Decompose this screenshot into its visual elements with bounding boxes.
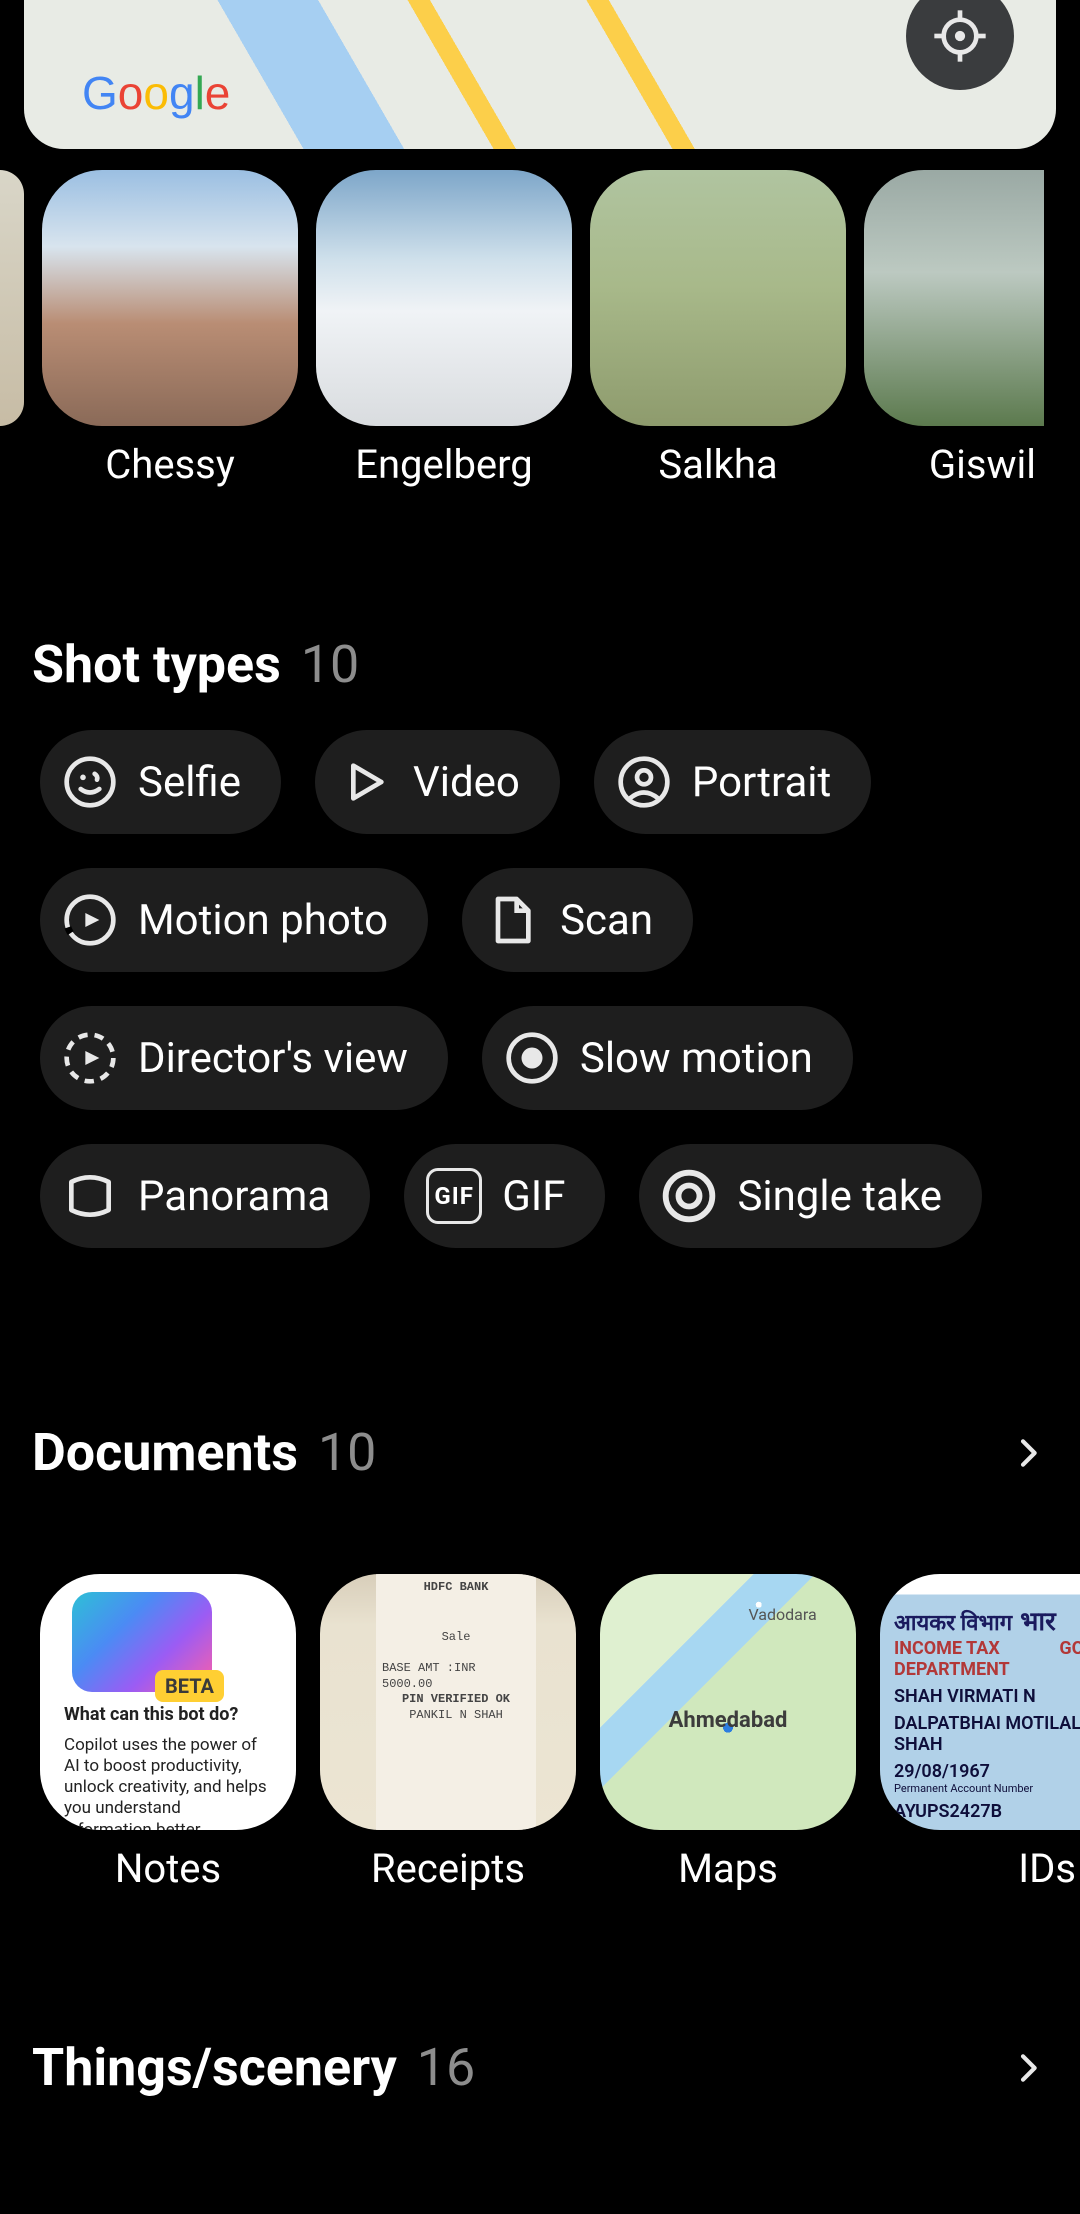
receipt-line: BASE AMT :INR 5000.00	[382, 1661, 530, 1692]
slow-motion-icon	[504, 1030, 560, 1086]
place-label: Chessy	[105, 441, 235, 488]
chip-slow-motion[interactable]: Slow motion	[482, 1006, 853, 1110]
panorama-icon	[62, 1168, 118, 1224]
document-thumbnail: HDFC BANK Sale BASE AMT :INR 5000.00 PIN…	[320, 1574, 576, 1830]
receipt-bank: HDFC BANK	[382, 1580, 530, 1596]
chip-label: Scan	[560, 896, 653, 945]
id-pan: AYUPS2427B	[894, 1801, 1080, 1822]
section-count: 10	[301, 634, 359, 695]
chip-label: GIF	[502, 1172, 565, 1221]
section-title: Shot types	[32, 634, 281, 695]
place-thumbnail	[42, 170, 298, 426]
chip-label: Slow motion	[580, 1034, 813, 1083]
map-city-label: Vadodara	[748, 1605, 816, 1624]
chip-selfie[interactable]: Selfie	[40, 730, 281, 834]
locate-me-button[interactable]	[906, 0, 1014, 90]
map-city-label: Ahmedabad	[669, 1708, 788, 1733]
notes-body: Copilot uses the power of AI to boost pr…	[64, 1735, 267, 1831]
chevron-right-icon	[1008, 1433, 1048, 1473]
place-label: Salkha	[658, 441, 777, 488]
document-icon	[484, 892, 540, 948]
chip-gif[interactable]: GIF GIF	[404, 1144, 605, 1248]
place-thumbnail	[864, 170, 1044, 426]
place-thumbnail	[590, 170, 846, 426]
chip-portrait[interactable]: Portrait	[594, 730, 871, 834]
document-item-notes[interactable]: What can this bot do? Copilot uses the p…	[40, 1574, 296, 1892]
chip-video[interactable]: Video	[315, 730, 560, 834]
google-logo: Google	[82, 67, 252, 125]
chip-label: Video	[413, 758, 520, 807]
map-preview[interactable]: Google	[24, 0, 1056, 149]
gif-icon: GIF	[426, 1168, 482, 1224]
document-thumbnail: What can this bot do? Copilot uses the p…	[40, 1574, 296, 1830]
id-gov: GO	[1059, 1638, 1080, 1680]
place-label: Giswil	[929, 441, 1044, 488]
place-item-giswil[interactable]: Giswil	[864, 170, 1044, 488]
receipt-line: PIN VERIFIED OK	[382, 1692, 530, 1708]
place-item-salkha[interactable]: Salkha	[590, 170, 846, 488]
places-row[interactable]: Chessy Engelberg Salkha Giswil	[0, 170, 1080, 488]
shot-type-chips: Selfie Video Portrait Motion photo Scan	[40, 730, 1040, 1248]
document-label: Maps	[678, 1845, 778, 1892]
place-thumbnail	[316, 170, 572, 426]
section-count: 16	[417, 2037, 475, 2098]
document-item-maps[interactable]: Vadodara Ahmedabad Maps	[600, 1574, 856, 1892]
play-icon	[337, 754, 393, 810]
chip-single-take[interactable]: Single take	[639, 1144, 982, 1248]
section-title: Documents	[32, 1422, 298, 1483]
place-label: Engelberg	[355, 441, 533, 488]
motion-photo-icon	[62, 892, 118, 948]
chip-motion-photo[interactable]: Motion photo	[40, 868, 428, 972]
chip-label: Motion photo	[138, 896, 388, 945]
person-icon	[616, 754, 672, 810]
document-thumbnail: आयकर विभाग भार INCOME TAX DEPARTMENT GO …	[880, 1574, 1080, 1830]
document-label: IDs	[1018, 1845, 1080, 1892]
section-header-things[interactable]: Things/scenery 16	[32, 2037, 1048, 2098]
place-item-engelberg[interactable]: Engelberg	[316, 170, 572, 488]
chip-label: Director's view	[138, 1034, 408, 1083]
directors-view-icon	[62, 1030, 118, 1086]
crosshair-icon	[932, 8, 988, 64]
id-hindi: आयकर विभाग	[894, 1607, 1012, 1637]
svg-text:Google: Google	[82, 67, 230, 119]
document-label: Notes	[115, 1845, 221, 1892]
id-dob: 29/08/1967	[894, 1761, 1080, 1782]
id-name: SHAH VIRMATI N	[894, 1686, 1080, 1707]
receipt-line: Sale	[382, 1630, 530, 1646]
chip-scan[interactable]: Scan	[462, 868, 693, 972]
id-name: DALPATBHAI MOTILAL SHAH	[894, 1713, 1080, 1755]
single-take-icon	[661, 1168, 717, 1224]
chip-panorama[interactable]: Panorama	[40, 1144, 370, 1248]
place-item-chessy[interactable]: Chessy	[42, 170, 298, 488]
chip-label: Portrait	[692, 758, 831, 807]
notes-heading: What can this bot do?	[64, 1704, 272, 1727]
section-header-shot-types: Shot types 10	[32, 634, 1048, 695]
chip-label: Selfie	[138, 758, 241, 807]
id-dept: INCOME TAX DEPARTMENT	[894, 1638, 1047, 1680]
section-count: 10	[318, 1422, 376, 1483]
receipt-line: PANKIL N SHAH	[382, 1708, 530, 1724]
section-title: Things/scenery	[32, 2037, 397, 2098]
chevron-right-icon	[1008, 2048, 1048, 2088]
selfie-icon	[62, 754, 118, 810]
chip-directors-view[interactable]: Director's view	[40, 1006, 448, 1110]
document-label: Receipts	[371, 1845, 525, 1892]
chip-label: Panorama	[138, 1172, 330, 1221]
chip-label: Single take	[737, 1172, 942, 1221]
document-item-ids[interactable]: आयकर विभाग भार INCOME TAX DEPARTMENT GO …	[880, 1574, 1080, 1892]
section-header-documents[interactable]: Documents 10	[32, 1422, 1048, 1483]
document-item-receipts[interactable]: HDFC BANK Sale BASE AMT :INR 5000.00 PIN…	[320, 1574, 576, 1892]
document-thumbnail: Vadodara Ahmedabad	[600, 1574, 856, 1830]
documents-row[interactable]: What can this bot do? Copilot uses the p…	[40, 1574, 1080, 1892]
place-item-partial[interactable]	[0, 170, 24, 426]
